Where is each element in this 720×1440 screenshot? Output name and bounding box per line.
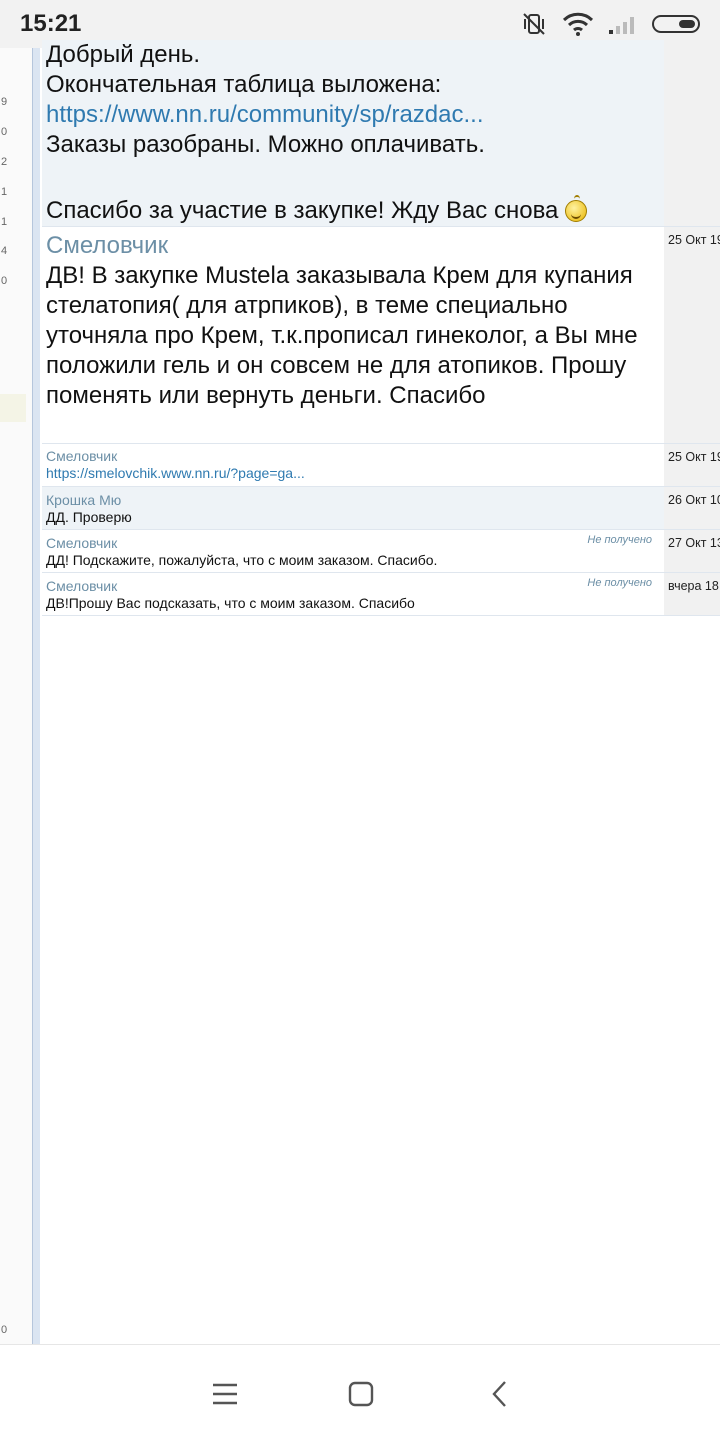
home-button[interactable] (346, 1379, 376, 1409)
message-link[interactable]: https://smelovchik.www.nn.ru/?page=ga... (46, 465, 305, 481)
message-text: Окончательная таблица выложена: (46, 71, 442, 98)
delivery-status: Не получено (587, 577, 652, 589)
message-list: Добрый день. Окончательная таблица вылож… (42, 40, 720, 616)
battery-icon (652, 15, 700, 33)
message-author[interactable]: Смеловчик (46, 231, 662, 261)
message-date: 25 Окт 19 (664, 444, 720, 486)
message-text: ДД. Проверю (46, 509, 132, 525)
mute-vibrate-icon (523, 13, 545, 35)
smiley-icon (565, 195, 588, 222)
message-item: Смеловчик https://smelovchik.www.nn.ru/?… (42, 444, 720, 487)
navigation-bar (0, 1344, 720, 1440)
home-icon (348, 1381, 374, 1407)
left-number: 0 (1, 1324, 8, 1336)
left-number: 1 (1, 216, 8, 228)
message-author[interactable]: Смеловчик (46, 578, 662, 595)
left-number: 0 (1, 275, 8, 287)
left-column: 9 0 2 1 1 4 0 0 (0, 48, 32, 1344)
message-date: 27 Окт 13 (664, 530, 720, 572)
message-date: 25 Окт 19 (664, 227, 720, 443)
left-number: 9 (1, 96, 8, 108)
message-item: Смеловчик ДВ!Прошу Вас подсказать, что с… (42, 573, 720, 616)
message-author[interactable]: Крошка Мю (46, 492, 662, 509)
message-item: Крошка Мю ДД. Проверю 26 Окт 10 (42, 487, 720, 530)
status-time: 15:21 (20, 10, 82, 37)
signal-icon (609, 17, 634, 34)
back-button[interactable] (484, 1379, 514, 1409)
message-item: Смеловчик ДВ! В закупке Mustela заказыва… (42, 227, 720, 444)
message-text: ДВ!Прошу Вас подсказать, что с моим зака… (46, 595, 415, 611)
status-icons (520, 10, 700, 38)
message-author[interactable]: Смеловчик (46, 535, 662, 552)
column-divider[interactable] (32, 48, 40, 1344)
message-date (664, 40, 720, 226)
left-number: 4 (1, 245, 8, 257)
delivery-status: Не получено (587, 534, 652, 546)
menu-button[interactable] (210, 1379, 240, 1409)
message-link[interactable]: https://www.nn.ru/community/sp/razdac... (46, 101, 484, 128)
message-text: Заказы разобраны. Можно оплачивать. (46, 131, 485, 158)
message-text: ДД! Подскажите, пожалуйста, что с моим з… (46, 552, 438, 568)
left-number: 1 (1, 186, 8, 198)
message-closing: Спасибо за участие в закупке! Жду Вас сн… (46, 195, 662, 226)
message-date: вчера 18: (664, 573, 720, 615)
wifi-icon (562, 12, 594, 36)
message-text: ДВ! В закупке Mustela заказывала Крем дл… (46, 262, 638, 409)
left-number: 0 (1, 126, 8, 138)
message-partial: Добрый день. Окончательная таблица вылож… (42, 40, 720, 227)
message-text: Добрый день. (46, 41, 201, 68)
left-number: 2 (1, 156, 8, 168)
message-text: Спасибо за участие в закупке! Жду Вас сн… (46, 197, 559, 224)
message-author[interactable]: Смеловчик (46, 448, 662, 465)
left-highlight (0, 394, 26, 422)
message-date: 26 Окт 10 (664, 487, 720, 529)
menu-icon (213, 1383, 237, 1405)
message-item: Смеловчик ДД! Подскажите, пожалуйста, чт… (42, 530, 720, 573)
back-icon (492, 1381, 506, 1407)
